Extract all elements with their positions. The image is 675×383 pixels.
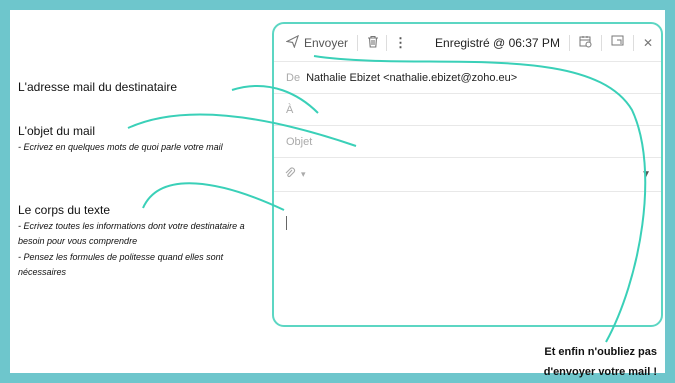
recipient-connector <box>231 85 319 114</box>
send-connector <box>313 55 647 343</box>
body-connector <box>142 182 285 211</box>
connector-lines <box>127 55 647 343</box>
subject-connector <box>127 113 357 147</box>
